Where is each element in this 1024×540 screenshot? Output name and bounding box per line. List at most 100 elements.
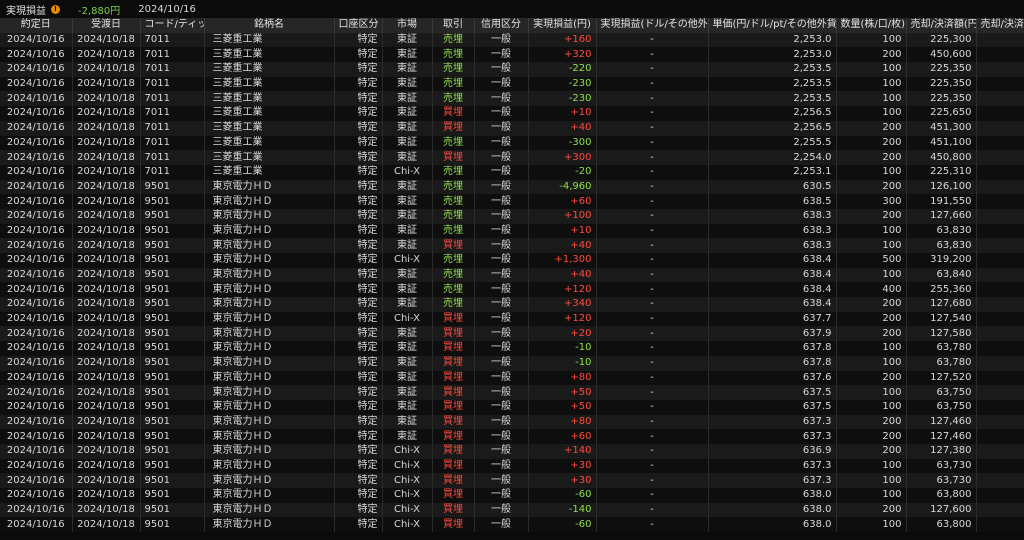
table-row[interactable]: 2024/10/16 2024/10/18 9501 東京電力ＨＤ 特定 東証 買埋 一般 +4… [0, 238, 1024, 253]
table-cell: -10 [528, 341, 597, 356]
column-header[interactable]: 売却/決済額(ドル/その他外貨) [976, 18, 1024, 33]
column-header[interactable]: 実現損益(円) [528, 18, 597, 33]
table-cell: 200 [836, 47, 907, 63]
table-row[interactable]: 2024/10/16 2024/10/18 9501 東京電力ＨＤ 特定 Chi-X 買埋一… [0, 502, 1024, 518]
table-cell: - [596, 414, 709, 430]
table-row[interactable]: 2024/10/16 2024/10/18 9501 東京電力ＨＤ 特定 東証 買埋 一般 +8… [0, 370, 1024, 386]
table-cell [976, 253, 1024, 268]
table-cell: 200 [836, 150, 907, 165]
table-cell: 売埋 [432, 179, 475, 195]
table-cell: 2024/10/18 [72, 32, 141, 48]
table-cell: 東京電力ＨＤ [204, 385, 335, 400]
table-cell [976, 370, 1024, 386]
table-row[interactable]: 2024/10/16 2024/10/18 7011 三菱重工業 特定 東証 売埋 一般 -30… [0, 135, 1024, 151]
column-header[interactable]: 取引 [432, 18, 475, 33]
table-cell: 2024/10/16 [0, 488, 73, 503]
table-cell: 東証 [382, 414, 433, 430]
table-row[interactable]: 2024/10/16 2024/10/18 9501 東京電力ＨＤ 特定 東証 買埋 一般 +6… [0, 429, 1024, 444]
table-row[interactable]: 2024/10/16 2024/10/18 9501 東京電力ＨＤ 特定 東証 買埋 一般 -1… [0, 341, 1024, 356]
table-row[interactable]: 2024/10/16 2024/10/18 7011 三菱重工業 特定 東証 売埋 一般 -22… [0, 62, 1024, 77]
column-header[interactable]: 数量(株/口/枚) [836, 18, 907, 33]
table-row[interactable]: 2024/10/16 2024/10/18 7011 三菱重工業 特定 東証 売埋 一般 +32… [0, 47, 1024, 63]
table-cell: 買埋 [432, 341, 475, 356]
table-cell: 一般 [474, 76, 529, 92]
table-row[interactable]: 2024/10/16 2024/10/18 9501 東京電力ＨＤ 特定 東証 売埋 一般 +6… [0, 194, 1024, 209]
table-cell: 191,550 [906, 194, 977, 209]
table-cell [976, 194, 1024, 209]
table-cell: 買埋 [432, 311, 475, 327]
table-row[interactable]: 2024/10/16 2024/10/18 7011 三菱重工業 特定 東証 買埋 一般 +40… [0, 120, 1024, 136]
table-cell: 638.0 [708, 502, 837, 518]
table-cell: 特定 [334, 267, 383, 283]
table-cell: 特定 [334, 443, 383, 459]
table-row[interactable]: 2024/10/16 2024/10/18 9501 東京電力ＨＤ 特定 Chi-X 買埋一… [0, 488, 1024, 503]
warning-icon[interactable]: ! [51, 4, 60, 14]
column-header[interactable]: 信用区分 [474, 18, 529, 33]
table-row[interactable]: 2024/10/16 2024/10/18 9501 東京電力ＨＤ 特定 Chi-X 買埋一… [0, 311, 1024, 327]
table-row[interactable]: 2024/10/16 2024/10/18 7011 三菱重工業 特定 東証 売埋 一般 -23… [0, 76, 1024, 92]
column-header[interactable]: コード/ティッカー [140, 18, 205, 33]
table-cell: 東証 [382, 341, 433, 356]
table-cell: 一般 [474, 32, 529, 48]
table-cell: 2,255.5 [708, 135, 837, 151]
column-header[interactable]: 実現損益(ドル/その他外貨) [596, 18, 709, 33]
table-cell: 買埋 [432, 443, 475, 459]
table-row[interactable]: 2024/10/16 2024/10/18 9501 東京電力ＨＤ 特定 東証 買埋 一般 +5… [0, 385, 1024, 400]
table-row[interactable]: 2024/10/16 2024/10/18 9501 東京電力ＨＤ 特定 東証 売埋 一般 +4… [0, 267, 1024, 283]
table-row[interactable]: 2024/10/16 2024/10/18 9501 東京電力ＨＤ 特定 東証 買埋 一般 -1… [0, 355, 1024, 371]
table-cell: - [596, 208, 709, 224]
column-header[interactable]: 受渡日 [72, 18, 141, 33]
table-row[interactable]: 2024/10/16 2024/10/18 7011 三菱重工業 特定 東証 売埋 一般 -23… [0, 91, 1024, 107]
table-cell: +320 [528, 47, 597, 63]
column-header[interactable]: 口座区分 [334, 18, 383, 33]
table-cell: 2024/10/16 [0, 297, 73, 312]
table-row[interactable]: 2024/10/16 2024/10/18 9501 東京電力ＨＤ 特定 東証 売埋 一般 +3… [0, 297, 1024, 312]
table-cell: 東証 [382, 355, 433, 371]
table-cell: 2024/10/18 [72, 297, 141, 312]
table-cell: 127,380 [906, 443, 977, 459]
table-cell: 100 [836, 238, 907, 253]
table-row[interactable]: 2024/10/16 2024/10/18 9501 東京電力ＨＤ 特定 東証 売埋 一般 +1… [0, 282, 1024, 298]
table-row[interactable]: 2024/10/16 2024/10/18 7011 三菱重工業 特定 東証 買埋 一般 +30… [0, 150, 1024, 165]
table-cell: - [596, 238, 709, 253]
table-row[interactable]: 2024/10/16 2024/10/18 9501 東京電力ＨＤ 特定 Chi-X 売埋一… [0, 253, 1024, 268]
table-row[interactable]: 2024/10/16 2024/10/18 9501 東京電力ＨＤ 特定 東証 売埋 一般 +1… [0, 208, 1024, 224]
table-row[interactable]: 2024/10/16 2024/10/18 7011 三菱重工業 特定 東証 売埋 一般 +16… [0, 32, 1024, 48]
table-row[interactable]: 2024/10/16 2024/10/18 9501 東京電力ＨＤ 特定 東証 買埋 一般 +5… [0, 399, 1024, 415]
table-cell: - [596, 62, 709, 77]
table-cell: 2024/10/16 [0, 194, 73, 209]
table-cell: 2024/10/16 [0, 282, 73, 298]
column-header[interactable]: 約定日 [0, 18, 73, 33]
table-cell: 売埋 [432, 297, 475, 312]
table-row[interactable]: 2024/10/16 2024/10/18 7011 三菱重工業 特定 Chi-X 売埋 一般… [0, 164, 1024, 180]
table-row[interactable]: 2024/10/16 2024/10/18 9501 東京電力ＨＤ 特定 東証 売埋 一般 -4… [0, 179, 1024, 195]
table-cell: 127,600 [906, 502, 977, 518]
column-header[interactable]: 単価(円/ドル/pt/その他外貨) [708, 18, 837, 33]
table-row[interactable]: 2024/10/16 2024/10/18 9501 東京電力ＨＤ 特定 東証 買埋 一般 +8… [0, 414, 1024, 430]
table-cell: 東証 [382, 194, 433, 209]
table-cell: 2024/10/18 [72, 164, 141, 180]
table-cell: 100 [836, 385, 907, 400]
table-row[interactable]: 2024/10/16 2024/10/18 7011 三菱重工業 特定 東証 買埋 一般 +10… [0, 106, 1024, 121]
table-cell: 7011 [140, 150, 205, 165]
table-row[interactable]: 2024/10/16 2024/10/18 9501 東京電力ＨＤ 特定 Chi-X 買埋一… [0, 458, 1024, 474]
table-cell: Chi-X [382, 488, 433, 503]
table-cell: 特定 [334, 399, 383, 415]
table-row[interactable]: 2024/10/16 2024/10/18 9501 東京電力ＨＤ 特定 Chi-X 買埋一… [0, 517, 1024, 533]
table-row[interactable]: 2024/10/16 2024/10/18 9501 東京電力ＨＤ 特定 東証 買埋 一般 +2… [0, 326, 1024, 342]
table-cell: 100 [836, 488, 907, 503]
realized-pnl-label: 実現損益 [6, 5, 46, 17]
table-row[interactable]: 2024/10/16 2024/10/18 9501 東京電力ＨＤ 特定 Chi-X 買埋一… [0, 473, 1024, 488]
table-cell: 売埋 [432, 253, 475, 268]
table-row[interactable]: 2024/10/16 2024/10/18 9501 東京電力ＨＤ 特定 Chi-X 買埋一… [0, 443, 1024, 459]
column-header[interactable]: 銘柄名 [204, 18, 335, 33]
table-cell: -60 [528, 517, 597, 533]
table-cell: - [596, 120, 709, 136]
table-cell: 売埋 [432, 164, 475, 180]
table-cell: 特定 [334, 91, 383, 107]
table-cell: 三菱重工業 [204, 164, 335, 180]
column-header[interactable]: 市場 [382, 18, 433, 33]
column-header[interactable]: 売却/決済額(円) [906, 18, 977, 33]
table-cell: - [596, 502, 709, 518]
table-row[interactable]: 2024/10/16 2024/10/18 9501 東京電力ＨＤ 特定 東証 売埋 一般 +1… [0, 223, 1024, 239]
